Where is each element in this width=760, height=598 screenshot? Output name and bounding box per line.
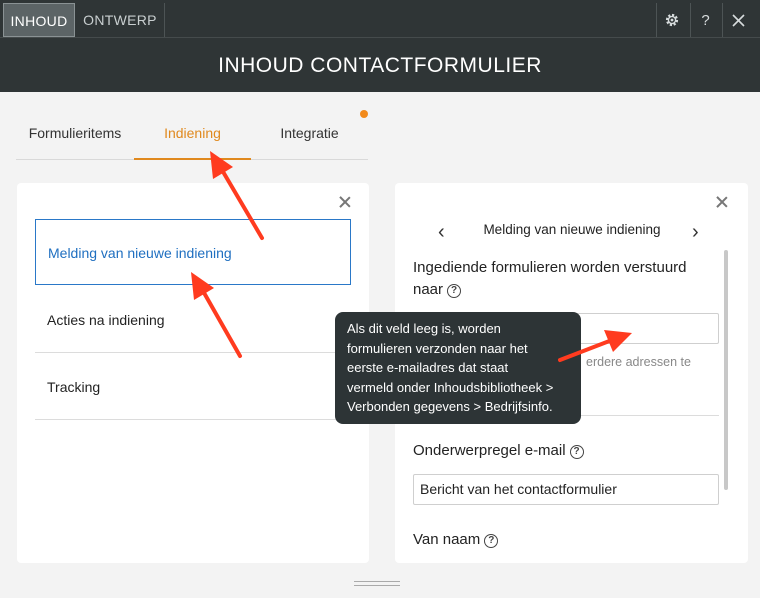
subject-input[interactable]: Bericht van het contactformulier: [413, 474, 719, 505]
page-title: INHOUD CONTACTFORMULIER: [0, 38, 760, 92]
recipients-label: Ingediende formulieren worden verstuurd …: [413, 259, 687, 298]
from-name-label: Van naam?: [413, 529, 499, 551]
tab-integratie[interactable]: Integratie: [251, 118, 368, 160]
settings-button[interactable]: [658, 3, 685, 37]
chevron-left-icon[interactable]: ‹: [438, 221, 445, 244]
list-item-acties[interactable]: Acties na indiening: [35, 287, 351, 353]
notification-dot: [360, 110, 368, 118]
chevron-right-icon[interactable]: ›: [692, 221, 699, 244]
close-icon: [732, 13, 745, 27]
panel-nav-title: Melding van nieuwe indiening: [483, 222, 661, 237]
subtab-bar: Formulieritems Indiening Integratie: [16, 118, 368, 160]
tab-indiening[interactable]: Indiening: [134, 118, 251, 160]
toolbar-divider: [656, 3, 657, 37]
list-item-tracking[interactable]: Tracking: [35, 354, 351, 420]
close-button[interactable]: [725, 3, 752, 37]
resize-grip[interactable]: [354, 585, 400, 586]
question-icon: ?: [701, 11, 710, 29]
subject-label: Onderwerpregel e-mail?: [413, 440, 584, 462]
close-icon[interactable]: [715, 195, 729, 209]
help-icon[interactable]: ?: [447, 284, 462, 298]
toolbar-divider: [690, 3, 691, 37]
help-button[interactable]: ?: [692, 3, 719, 37]
list-item-melding[interactable]: Melding van nieuwe indiening: [35, 219, 351, 285]
resize-grip[interactable]: [354, 581, 400, 582]
recipients-hint: erdere adressen te: [586, 355, 691, 369]
tab-ontwerp[interactable]: ONTWERP: [76, 3, 164, 37]
scrollbar[interactable]: [724, 250, 728, 490]
help-icon[interactable]: ?: [484, 534, 499, 548]
tab-formulieritems[interactable]: Formulieritems: [16, 118, 134, 160]
gear-icon: [665, 13, 678, 27]
tab-inhoud[interactable]: INHOUD: [3, 3, 75, 37]
close-icon[interactable]: [338, 195, 352, 209]
help-icon[interactable]: ?: [569, 445, 584, 459]
tooltip: Als dit veld leeg is, worden formulieren…: [335, 312, 581, 424]
toolbar-divider: [164, 3, 165, 37]
toolbar-divider: [722, 3, 723, 37]
